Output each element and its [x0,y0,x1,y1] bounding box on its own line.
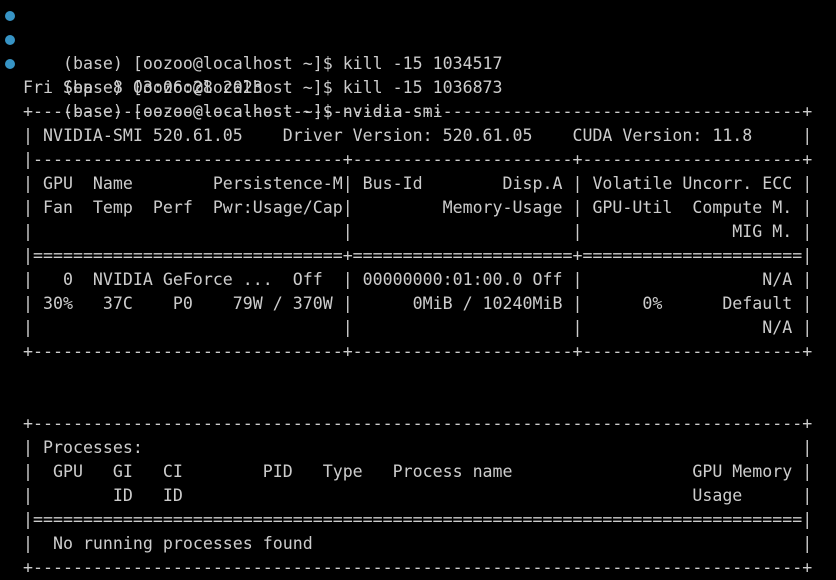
gpu-table-header-row: | GPU Name Persistence-M| Bus-Id Disp.A … [23,174,813,193]
table-border-line: +-------------------------------+-------… [23,342,813,361]
prompt-status-dot-icon [5,11,15,21]
command-text: (base) [oozoo@localhost ~]$ nvidia-smi [62,102,443,121]
table-border-line: +---------------------------------------… [23,414,813,433]
processes-header-row: | ID ID Usage | [23,486,813,505]
gpu-table-data-row: | | | N/A | [23,318,813,337]
table-border-line: +---------------------------------------… [23,558,813,577]
table-separator-line: |=======================================… [23,510,813,529]
gpu-table-data-row: | 30% 37C P0 79W / 370W | 0MiB / 10240Mi… [23,294,813,313]
command-line: (base) [oozoo@localhost ~]$ kill -15 103… [0,28,836,97]
gpu-table-header-row: | | | MIG M. | [23,222,813,241]
table-separator-line: |===============================+=======… [23,246,813,265]
prompt-status-dot-icon [5,59,15,69]
processes-empty-row: | No running processes found | [23,534,813,553]
gpu-table-header-row: | Fan Temp Perf Pwr:Usage/Cap| Memory-Us… [23,198,813,217]
processes-title-row: | Processes: | [23,438,813,457]
command-text: (base) [oozoo@localhost ~]$ kill -15 103… [62,78,503,97]
prompt-status-dot-icon [5,35,15,45]
table-border-line: |-------------------------------+-------… [23,150,813,169]
smi-version-header: | NVIDIA-SMI 520.61.05 Driver Version: 5… [23,126,813,145]
gpu-table-data-row: | 0 NVIDIA GeForce ... Off | 00000000:01… [23,270,813,289]
command-line: (base) [oozoo@localhost ~]$ nvidia-smi [0,52,836,121]
command-line: (base) [oozoo@localhost ~]$ kill -15 103… [0,4,836,73]
terminal-window[interactable]: (base) [oozoo@localhost ~]$ kill -15 103… [0,4,836,580]
processes-header-row: | GPU GI CI PID Type Process name GPU Me… [23,462,813,481]
